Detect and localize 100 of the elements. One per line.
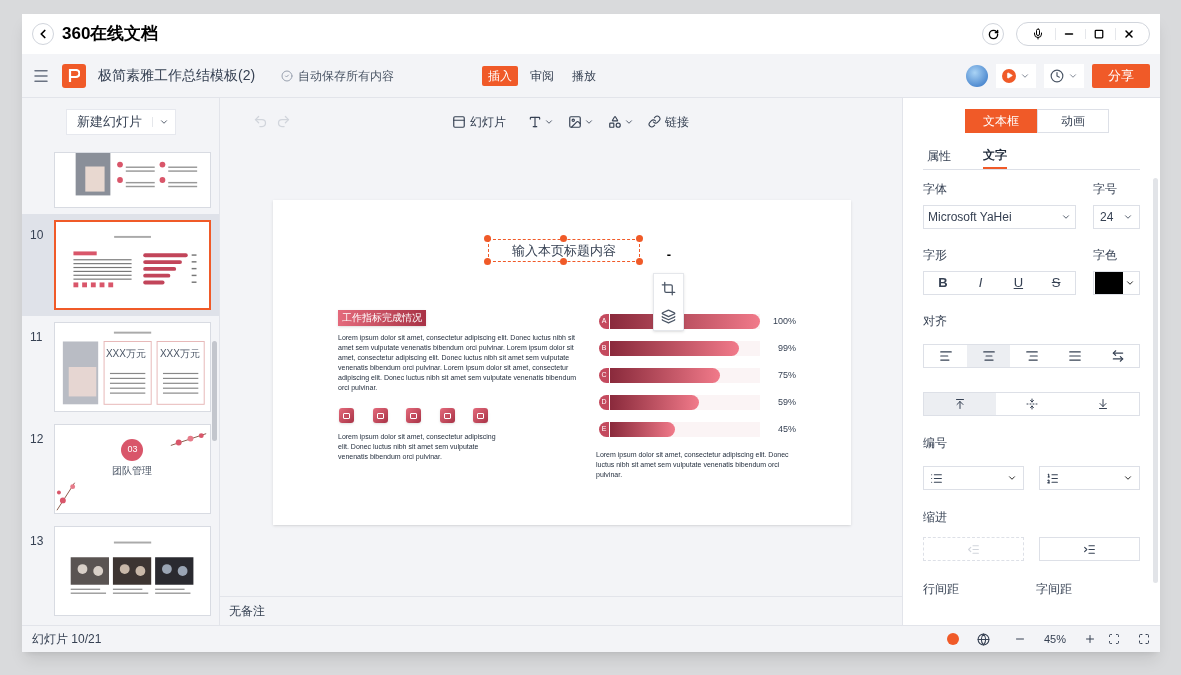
zoom-in-icon[interactable]	[1084, 633, 1096, 645]
align-right-icon	[1024, 349, 1039, 363]
flower-branch-drawing	[56, 482, 76, 511]
card-amount: XXX万元	[159, 349, 200, 359]
percent-label: 59%	[777, 395, 796, 409]
fullscreen-icon[interactable]	[1138, 633, 1150, 645]
card-outline-drawing	[103, 341, 152, 405]
align-top-icon	[953, 398, 966, 410]
card-amount: XXX万元	[105, 349, 146, 359]
flower-branch-drawing	[170, 433, 207, 446]
indent-icon	[1083, 542, 1096, 556]
fit-screen-icon[interactable]	[1108, 633, 1120, 645]
text-icon	[528, 114, 542, 129]
slide-thumbnail[interactable]: 03 团队管理	[53, 424, 211, 514]
field-label: 对齐	[923, 314, 947, 328]
layers-icon[interactable]	[661, 308, 676, 324]
slide-counter: 幻灯片 10/21	[32, 631, 102, 648]
align-button[interactable]	[967, 345, 1010, 367]
crop-icon[interactable]	[661, 280, 676, 296]
caret-icon	[1125, 278, 1135, 288]
font-select[interactable]: Microsoft YaHei	[923, 205, 1076, 229]
collapse-button[interactable]: -	[661, 246, 677, 262]
link-icon	[648, 115, 661, 128]
font-size-select[interactable]: 24	[1093, 205, 1140, 229]
align-distribute-icon	[1110, 349, 1125, 363]
outdent-icon	[967, 542, 980, 556]
maximize-icon	[1093, 29, 1104, 39]
app-logo-icon[interactable]	[946, 633, 959, 645]
microphone-icon	[1032, 28, 1044, 40]
text-style-button[interactable]: I	[961, 272, 1000, 294]
icon-tile-icon	[473, 408, 488, 423]
notes-text: 无备注	[229, 603, 265, 620]
align-bottom-icon	[1097, 398, 1110, 410]
icon-tile-icon	[372, 408, 388, 423]
close-icon	[1122, 28, 1135, 40]
user-avatar[interactable]	[966, 64, 988, 87]
field-label: 字号	[1093, 181, 1118, 198]
refresh-icon	[987, 28, 999, 40]
field-label: 字色	[1093, 247, 1118, 264]
field-label: 字体	[923, 181, 947, 198]
play-dropdown[interactable]	[996, 63, 1036, 88]
field-label: 字形	[923, 247, 947, 264]
slide-number: 12	[30, 432, 44, 446]
image-dropdown[interactable]	[568, 114, 594, 129]
slide-number: 10	[30, 228, 44, 242]
text-style-button[interactable]: U	[999, 272, 1038, 294]
align-justify-icon	[1067, 349, 1082, 363]
field-label: 行间距	[923, 581, 960, 598]
autosave-status: 自动保存所有内容	[298, 67, 395, 85]
document-title: 极简素雅工作总结模板(2)	[98, 66, 256, 85]
slide-number: 13	[30, 534, 44, 548]
caret-icon	[1007, 473, 1017, 483]
shapes-icon	[608, 114, 622, 129]
menu-tab[interactable]: 审阅	[524, 65, 561, 86]
percent-label: 75%	[777, 368, 796, 382]
link-button[interactable]: 链接	[648, 112, 689, 131]
history-dropdown[interactable]	[1044, 63, 1084, 88]
icon-tile-icon	[406, 408, 421, 423]
text-style-button[interactable]: S	[1037, 272, 1075, 294]
caret-icon	[1061, 212, 1071, 222]
clock-icon	[1050, 68, 1064, 83]
panel-subtab[interactable]: 属性	[927, 143, 951, 169]
caret-icon	[158, 117, 169, 127]
percent-label: 99%	[777, 341, 796, 355]
field-label: 字间距	[1036, 581, 1072, 598]
field-label: 编号	[923, 436, 947, 450]
slide-thumbnail[interactable]	[53, 220, 211, 310]
caret-icon	[1123, 212, 1133, 222]
align-middle-icon	[1025, 398, 1038, 410]
slide-layout-button[interactable]: 幻灯片	[452, 112, 506, 131]
app-title: 360在线文档	[62, 23, 159, 46]
align-left-icon	[938, 349, 953, 363]
numbered-list-icon	[1046, 471, 1059, 485]
new-slide-button[interactable]: 新建幻灯片	[65, 109, 176, 135]
globe-icon[interactable]	[976, 632, 990, 646]
card-outline-drawing	[156, 341, 205, 405]
section-number-badge: 03	[121, 439, 144, 461]
panel-subtab[interactable]: 文字	[983, 143, 1007, 169]
font-color-picker[interactable]	[1093, 271, 1140, 295]
panel-tab[interactable]: 动画	[1036, 109, 1109, 133]
scrollbar[interactable]	[1153, 178, 1158, 583]
title-line	[113, 331, 152, 334]
shape-dropdown[interactable]	[608, 114, 634, 129]
scrollbar[interactable]	[212, 341, 217, 441]
icon-tile-icon	[439, 408, 455, 423]
zoom-level: 45%	[1043, 631, 1066, 647]
layout-icon	[452, 114, 466, 129]
bullet-list-icon	[930, 471, 943, 485]
section-tag: 工作指标完成情况	[338, 310, 426, 326]
text-style-button[interactable]: B	[924, 272, 962, 294]
section-title: 团队管理	[112, 466, 153, 476]
field-label: 缩进	[923, 510, 947, 524]
slide-thumbnail[interactable]: XXX万元 XXX万元	[53, 322, 211, 412]
caret-icon	[1123, 473, 1133, 483]
slide-number: 11	[30, 330, 43, 344]
menu-tab[interactable]: 播放	[566, 65, 603, 86]
image-icon	[568, 114, 582, 129]
play-icon	[1002, 68, 1016, 83]
align-center-icon	[981, 349, 996, 363]
textbox-dropdown[interactable]	[528, 114, 554, 129]
